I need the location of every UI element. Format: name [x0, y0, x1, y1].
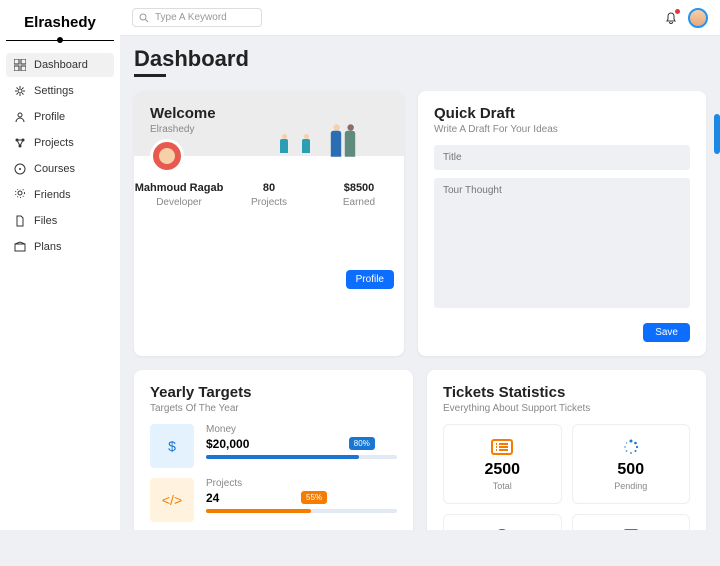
list-icon: [450, 437, 555, 457]
ticket-closed: [443, 514, 562, 530]
welcome-stat: Mahmoud RagabDeveloper: [134, 182, 224, 208]
sidebar-item-label: Projects: [34, 137, 74, 149]
sidebar-item-label: Files: [34, 215, 57, 227]
dashboard-icon: [14, 59, 26, 71]
targets-title: Yearly Targets: [150, 384, 397, 401]
title-underline: [134, 74, 166, 77]
targets-subtitle: Targets Of The Year: [150, 403, 397, 414]
ticket-total: 2500 Total: [443, 424, 562, 504]
ticket-deleted: [572, 514, 691, 530]
sidebar-item-settings[interactable]: Settings: [6, 79, 114, 103]
gear-icon: [14, 85, 26, 97]
files-icon: [14, 215, 26, 227]
sidebar-item-friends[interactable]: Friends: [6, 183, 114, 207]
profile-button[interactable]: Profile: [346, 270, 394, 289]
projects-icon: [14, 137, 26, 149]
target-row: $ Money $20,000 80%: [150, 424, 397, 468]
welcome-stat: 80Projects: [224, 182, 314, 208]
welcome-stat: $8500Earned: [314, 182, 404, 208]
courses-icon: [14, 163, 26, 175]
yearly-targets-card: Yearly Targets Targets Of The Year $ Mon…: [134, 370, 413, 530]
sidebar-item-label: Courses: [34, 163, 75, 175]
sidebar-item-courses[interactable]: Courses: [6, 157, 114, 181]
draft-title-input[interactable]: [434, 145, 690, 170]
user-avatar[interactable]: [688, 8, 708, 28]
sidebar-item-profile[interactable]: Profile: [6, 105, 114, 129]
notification-badge: [675, 9, 680, 14]
tickets-card: Tickets Statistics Everything About Supp…: [427, 370, 706, 530]
money-icon: $: [150, 424, 194, 468]
search-icon: [139, 13, 149, 23]
welcome-title: Welcome: [150, 105, 216, 122]
scrollbar-thumb[interactable]: [714, 114, 720, 154]
header: Type A Keyword: [120, 0, 720, 36]
draft-title: Quick Draft: [434, 105, 690, 122]
sidebar: Elrashedy Dashboard Settings Profile Pro…: [0, 0, 120, 530]
code-icon: </>: [150, 478, 194, 522]
user-icon: [14, 111, 26, 123]
welcome-illustration: [278, 105, 388, 155]
sidebar-item-dashboard[interactable]: Dashboard: [6, 53, 114, 77]
search-placeholder: Type A Keyword: [155, 12, 227, 23]
welcome-avatar: [150, 139, 184, 173]
tickets-title: Tickets Statistics: [443, 384, 690, 401]
spinner-icon: [579, 437, 684, 457]
sidebar-item-label: Profile: [34, 111, 65, 123]
plans-icon: [14, 241, 26, 253]
target-row: </> Projects 24 55%: [150, 478, 397, 522]
search-input[interactable]: Type A Keyword: [132, 8, 262, 27]
sidebar-item-plans[interactable]: Plans: [6, 235, 114, 259]
main-content: Dashboard Welcome Elrashedy: [120, 36, 720, 530]
welcome-subtitle: Elrashedy: [150, 124, 216, 135]
page-title: Dashboard: [134, 46, 706, 72]
friends-icon: [14, 189, 26, 201]
sidebar-item-files[interactable]: Files: [6, 209, 114, 233]
welcome-card: Welcome Elrashedy Mahmoud RagabD: [134, 91, 404, 356]
sidebar-item-projects[interactable]: Projects: [6, 131, 114, 155]
notifications-button[interactable]: [664, 11, 678, 25]
brand-decoration: [6, 37, 114, 43]
ticket-pending: 500 Pending: [572, 424, 691, 504]
brand: Elrashedy: [6, 10, 114, 33]
sidebar-item-label: Friends: [34, 189, 71, 201]
sidebar-item-label: Settings: [34, 85, 74, 97]
tickets-subtitle: Everything About Support Tickets: [443, 403, 690, 414]
quick-draft-card: Quick Draft Write A Draft For Your Ideas…: [418, 91, 706, 356]
sidebar-item-label: Dashboard: [34, 59, 88, 71]
sidebar-item-label: Plans: [34, 241, 62, 253]
draft-body-input[interactable]: [434, 178, 690, 308]
draft-subtitle: Write A Draft For Your Ideas: [434, 124, 690, 135]
save-button[interactable]: Save: [643, 323, 690, 342]
